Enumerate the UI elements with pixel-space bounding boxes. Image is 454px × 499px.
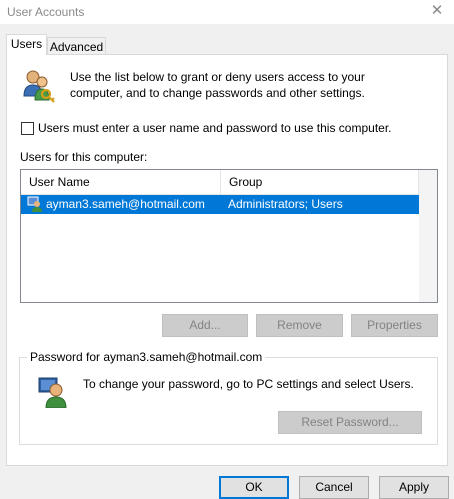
table-row[interactable]: ayman3.sameh@hotmail.com Administrators;… <box>21 195 419 214</box>
users-list[interactable]: User Name Group ayman3.sameh@hotmail.com… <box>20 169 438 303</box>
title-bar: User Accounts ✕ <box>0 0 454 24</box>
users-list-body: User Name Group ayman3.sameh@hotmail.com… <box>21 170 419 302</box>
window-title: User Accounts <box>7 5 85 19</box>
tab-users[interactable]: Users <box>6 34 47 55</box>
users-list-label: Users for this computer: <box>20 150 148 164</box>
properties-button[interactable]: Properties <box>351 314 438 337</box>
require-password-checkbox[interactable] <box>21 122 34 135</box>
group-cell: Administrators; Users <box>228 197 343 211</box>
password-group-label: Password for ayman3.sameh@hotmail.com <box>27 350 266 364</box>
reset-password-button[interactable]: Reset Password... <box>278 411 422 434</box>
user-name-cell: ayman3.sameh@hotmail.com <box>46 197 205 211</box>
close-icon[interactable]: ✕ <box>428 2 446 20</box>
column-header-user-name[interactable]: User Name <box>21 170 221 194</box>
tab-advanced[interactable]: Advanced <box>47 37 106 55</box>
require-password-label[interactable]: Users must enter a user name and passwor… <box>38 121 392 135</box>
user-account-icon <box>27 196 43 215</box>
column-header-group[interactable]: Group <box>221 170 419 194</box>
password-instructions: To change your password, go to PC settin… <box>83 377 414 391</box>
remove-user-button[interactable]: Remove <box>256 314 343 337</box>
intro-text: Use the list below to grant or deny user… <box>70 70 365 100</box>
user-password-icon <box>37 376 69 411</box>
add-user-button[interactable]: Add... <box>162 314 248 337</box>
list-header: User Name Group <box>21 170 419 195</box>
users-keys-icon <box>20 68 56 107</box>
